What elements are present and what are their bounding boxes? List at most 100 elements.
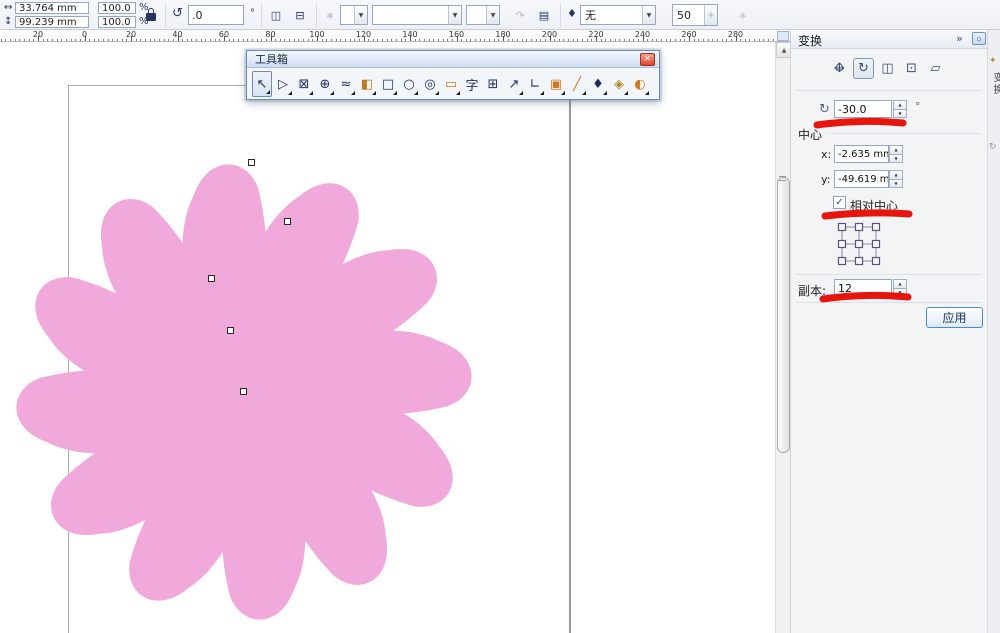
interactive-fill-tool[interactable]: ◐	[630, 71, 650, 97]
toolbox-tools: ↖▷⊠⊕≈◧□○◎▭字⊞↗∟▣╱♦◈◐	[247, 68, 659, 97]
object-width-icon: ↔	[4, 2, 12, 14]
object-width-field[interactable]: 33.764 mm	[15, 2, 89, 14]
ruler-label: 220	[588, 30, 603, 39]
transform-mode-skew-button[interactable]: ▱	[925, 58, 946, 79]
treat-as-filled-button: ∗	[733, 6, 753, 24]
spinner-down-icon: ▼	[893, 110, 907, 119]
toolbox-titlebar[interactable]: 工具箱 ✕	[247, 51, 659, 68]
weld-button: ∗	[320, 6, 340, 24]
spinner-up-icon: ▲	[893, 100, 907, 110]
spinner-up-icon: ▲	[889, 170, 903, 180]
dimension-tool[interactable]: ↗	[504, 71, 524, 97]
center-y-input[interactable]: -49.619 mm	[834, 170, 889, 188]
rotation-angle-input[interactable]: -30.0	[834, 100, 892, 118]
basic-shapes-tool[interactable]: ▭	[441, 71, 461, 97]
table-tool[interactable]: ⊞	[483, 71, 503, 97]
spinner-up-icon: ▲	[893, 279, 907, 289]
anchor-point-grid[interactable]	[837, 222, 881, 268]
node-handle[interactable]	[240, 388, 247, 395]
fill-tool[interactable]: ◈	[609, 71, 629, 97]
freehand-tool[interactable]: ≈	[336, 71, 356, 97]
outline-pen-tool[interactable]: ♦	[588, 71, 608, 97]
plus-icon[interactable]: +	[704, 5, 717, 25]
dropdown-arrow-icon[interactable]: ▼	[448, 6, 461, 24]
docker-minimize-button[interactable]: ▫	[972, 32, 986, 45]
outline-pen-icon: ♦	[567, 8, 577, 20]
docker-overflow-icon[interactable]: »	[956, 32, 963, 45]
center-x-spinner[interactable]: ▲ ▼	[889, 145, 903, 163]
toolbox-close-button[interactable]: ✕	[640, 53, 655, 66]
dropdown-arrow-icon[interactable]: ▼	[486, 6, 499, 24]
crop-tool[interactable]: ⊠	[294, 71, 314, 97]
transform-mode-rotate-button[interactable]: ↻	[853, 58, 874, 79]
mirror-horizontal-button[interactable]: ◫	[266, 6, 286, 24]
ruler-label: 240	[635, 30, 650, 39]
rotation-spinner[interactable]: ▲ ▼	[893, 100, 907, 118]
ruler-label: 0	[82, 30, 87, 39]
units-combo[interactable]: ▼	[340, 5, 368, 25]
node-handle[interactable]	[248, 159, 255, 166]
flower-shape[interactable]	[0, 42, 775, 633]
spinner-up-icon: ▲	[889, 145, 903, 155]
ruler-label: 60	[219, 30, 229, 39]
style-combo[interactable]: ▼	[372, 5, 462, 25]
rectangle-tool[interactable]: □	[378, 71, 398, 97]
polygon-tool[interactable]: ◎	[420, 71, 440, 97]
ruler-label: 260	[681, 30, 696, 39]
transform-mode-position-button[interactable]: ↔↕	[829, 58, 850, 79]
smart-fill-tool[interactable]: ◧	[357, 71, 377, 97]
scale-lock-icon[interactable]	[146, 8, 156, 21]
snap-spinner[interactable]: 50 +	[672, 4, 718, 26]
shape-tool[interactable]: ▷	[273, 71, 293, 97]
center-x-input[interactable]: -2.635 mm	[834, 145, 889, 163]
ruler-label: 200	[542, 30, 557, 39]
outline-width-value: 无	[581, 7, 596, 23]
convert-button: ↷	[510, 6, 530, 24]
scale-x-field[interactable]: 100.0	[98, 2, 136, 14]
docker-tab-label[interactable]: 变换	[989, 72, 1000, 96]
ruler-label: 280	[728, 30, 743, 39]
size-combo[interactable]: ▼	[466, 5, 500, 25]
transform-mode-row: ↔↕↻◫⊡▱	[829, 58, 949, 79]
ruler-label: 160	[449, 30, 464, 39]
eyedropper-tool[interactable]: ╱	[567, 71, 587, 97]
connector-tool[interactable]: ∟	[525, 71, 545, 97]
ellipse-tool[interactable]: ○	[399, 71, 419, 97]
center-x-label: x:	[821, 148, 831, 161]
ruler-label: 80	[265, 30, 275, 39]
center-y-spinner[interactable]: ▲ ▼	[889, 170, 903, 188]
snap-value: 50	[673, 9, 691, 22]
ruler-label: 20	[126, 30, 136, 39]
pick-tool[interactable]: ↖	[252, 71, 272, 97]
zoom-tool[interactable]: ⊕	[315, 71, 335, 97]
node-handle[interactable]	[208, 275, 215, 282]
property-bar: ↔ 33.764 mm ↕ 99.239 mm 100.0 % 100.0 % …	[0, 0, 1000, 30]
relative-center-checkbox[interactable]: ✓	[833, 196, 846, 209]
toolbox-window: 工具箱 ✕ ↖▷⊠⊕≈◧□○◎▭字⊞↗∟▣╱♦◈◐	[246, 50, 660, 100]
object-height-field[interactable]: 99.239 mm	[15, 16, 89, 28]
drawing-canvas[interactable]	[0, 42, 775, 633]
scale-y-field[interactable]: 100.0	[98, 16, 136, 28]
horizontal-ruler[interactable]: 2002040608010012014016018020022024026028…	[0, 30, 790, 42]
vertical-scrollbar[interactable]: ▲	[775, 42, 791, 633]
scrollbar-thumb[interactable]	[777, 177, 790, 453]
copies-input[interactable]: 12	[834, 279, 892, 297]
blend-tool[interactable]: ▣	[546, 71, 566, 97]
node-handle[interactable]	[227, 327, 234, 334]
transform-mode-scale-mirror-button[interactable]: ◫	[877, 58, 898, 79]
rotation-angle-field[interactable]: .0	[188, 5, 244, 25]
dropdown-arrow-icon[interactable]: ▼	[354, 6, 367, 24]
dropdown-arrow-icon[interactable]: ▼	[642, 6, 655, 24]
degree-label: °	[915, 100, 921, 113]
text-tool[interactable]: 字	[462, 71, 482, 97]
apply-button[interactable]: 应用	[926, 307, 983, 328]
mirror-vertical-button[interactable]: ⊟	[290, 6, 310, 24]
order-button[interactable]: ▤	[534, 6, 554, 24]
ruler-corner	[777, 31, 789, 41]
outline-width-combo[interactable]: 无 ▼	[580, 5, 656, 25]
transform-mode-size-button[interactable]: ⊡	[901, 58, 922, 79]
docker-title: 变换	[798, 32, 822, 49]
node-handle[interactable]	[284, 218, 291, 225]
docker-tab-strip[interactable]: ✦ 变换 ↻	[987, 30, 1000, 633]
copies-spinner[interactable]: ▲ ▼	[893, 279, 907, 297]
